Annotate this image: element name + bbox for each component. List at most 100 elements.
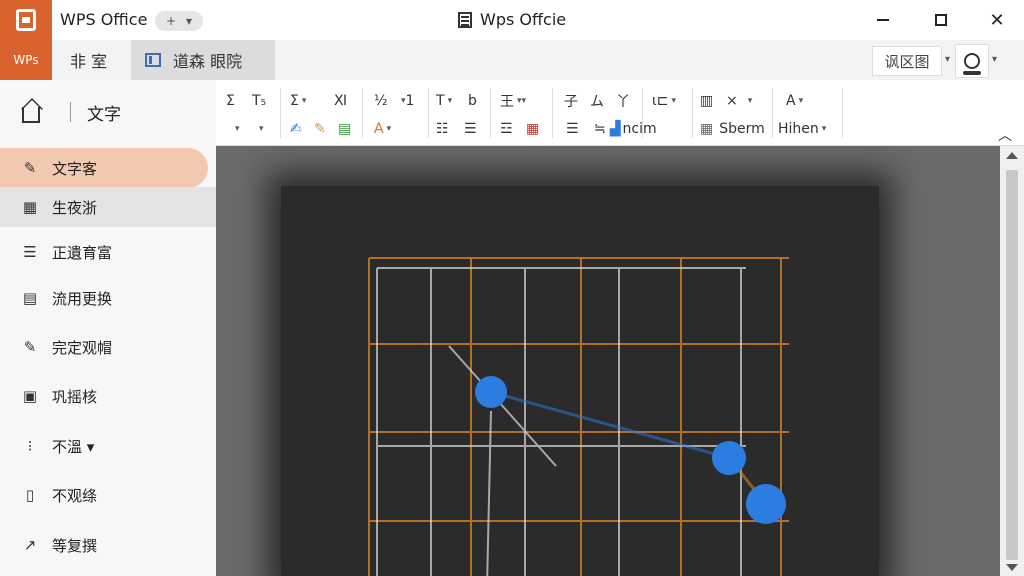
ribbon-btn-4[interactable]: Ⅺ xyxy=(334,90,347,112)
ribbon-btn-3-label: Σ xyxy=(290,93,299,109)
grid-image xyxy=(368,257,789,576)
ribbon-dd-2[interactable]: ▾ xyxy=(256,118,264,140)
minimize-button[interactable] xyxy=(860,6,906,34)
ribbon-btn-6[interactable]: ▾ 1 xyxy=(398,90,414,112)
user-icon xyxy=(963,53,981,75)
ribbon-btn-10[interactable]: 子 xyxy=(564,90,578,112)
ribbon-btn-8[interactable]: b xyxy=(468,90,477,112)
ribbon-btn-9-label: 王 xyxy=(500,94,514,110)
document-canvas[interactable] xyxy=(216,146,1000,576)
ribbon-text-1[interactable]: ≒ ▟ ncim xyxy=(594,118,657,140)
home-icon[interactable] xyxy=(22,107,40,123)
highlight-icon[interactable]: ✍ xyxy=(290,118,302,140)
vertical-scrollbar[interactable] xyxy=(1000,146,1024,576)
sidebar-item-1[interactable]: ✎ 文字客 xyxy=(0,148,208,188)
ribbon-toolbar: Σ Т₅ Σ ▾ Ⅺ ½ ▾ 1 T ▾ b 王 ▾▾ 子 ム 丫 ι⊏ ▾ ▥ × ▾ A… xyxy=(216,80,1024,146)
sidebar-item-2[interactable]: ▦ 生夜浙 xyxy=(0,187,216,227)
tab-home[interactable]: 非 室 xyxy=(56,40,121,80)
indent-icon[interactable]: ☲ xyxy=(500,118,513,140)
scroll-down-icon[interactable] xyxy=(1006,564,1018,571)
minimize-icon xyxy=(877,19,889,21)
list-icon[interactable]: ☰ xyxy=(566,118,579,140)
ribbon-btn-3[interactable]: Σ ▾ xyxy=(290,90,306,112)
close-icon: ✕ xyxy=(989,9,1005,31)
sidebar-item-label: 生夜浙 xyxy=(52,198,98,217)
font-color-icon[interactable]: A ▾ xyxy=(374,118,391,140)
sidebar-item-label: 不观绦 xyxy=(52,486,98,505)
ribbon-text-3[interactable]: Hihen ▾ xyxy=(778,118,826,140)
wps-logo-icon[interactable] xyxy=(0,0,52,40)
book-icon: ▣ xyxy=(22,387,38,405)
divider xyxy=(552,88,553,138)
new-tab-button[interactable]: + ▾ xyxy=(155,11,203,31)
grid-icon: ▦ xyxy=(22,198,38,216)
chevron-down-icon: ▾ xyxy=(235,124,240,134)
ribbon-btn-16-label: A xyxy=(786,93,796,109)
ribbon-btn-11[interactable]: ム xyxy=(590,90,604,112)
ribbon-btn-6-label: 1 xyxy=(405,93,415,109)
user-button[interactable] xyxy=(955,44,989,78)
ribbon-btn-14[interactable]: ▥ xyxy=(700,90,713,112)
ribbon-dd-1[interactable]: ▾ xyxy=(232,118,240,140)
maximize-icon xyxy=(935,14,947,26)
ribbon-btn-7[interactable]: T ▾ xyxy=(436,90,452,112)
ribbon-btn-2[interactable]: Т₅ xyxy=(252,90,266,112)
ribbon-text-1-label: ncim xyxy=(622,121,657,137)
scroll-up-icon[interactable] xyxy=(1006,152,1018,159)
layout-icon xyxy=(145,53,161,67)
ribbon-btn-9[interactable]: 王 ▾▾ xyxy=(500,90,526,112)
ribbon-text-2[interactable]: ▦ Sberm xyxy=(700,118,765,140)
sidebar-item-6[interactable]: ▣ 巩摇核 xyxy=(0,376,216,416)
tab-active[interactable]: 道森 眼院 xyxy=(131,40,275,80)
align-center-icon[interactable]: ☰ xyxy=(464,118,477,140)
list-icon: ☰ xyxy=(23,243,37,261)
divider xyxy=(70,102,71,122)
maximize-button[interactable] xyxy=(918,6,964,34)
sidebar-item-label: 正遺育富 xyxy=(52,243,113,262)
align-left-icon[interactable]: ☷ xyxy=(436,118,449,140)
ribbon-btn-15[interactable]: × ▾ xyxy=(726,90,752,112)
paint-icon[interactable]: ✎ xyxy=(314,118,326,140)
chevron-down-icon[interactable]: ▾ xyxy=(186,14,192,28)
ribbon-btn-13[interactable]: ι⊏ ▾ xyxy=(652,90,676,112)
sidebar-item-8[interactable]: ▯ 不观绦 xyxy=(0,475,216,515)
ribbon-btn-16[interactable]: A ▾ xyxy=(786,90,803,112)
ribbon-btn-1[interactable]: Σ xyxy=(226,90,235,112)
close-button[interactable]: ✕ xyxy=(974,6,1020,34)
ribbon-btn-15-label: × xyxy=(726,93,738,109)
point-b[interactable] xyxy=(712,441,746,475)
grid-icon: ▦ xyxy=(700,121,714,137)
sidebar-item-3[interactable]: ☰ 正遺育富 xyxy=(0,232,216,272)
point-a[interactable] xyxy=(475,376,507,408)
collapse-ribbon-icon[interactable]: ︿ xyxy=(998,125,1012,145)
ribbon-text-2-label: Sberm xyxy=(719,121,765,137)
chevron-down-icon[interactable]: ▾ xyxy=(992,54,997,65)
divider xyxy=(490,88,491,138)
sidebar-item-4[interactable]: ▤ 流用更换 xyxy=(0,278,216,318)
wps-menu-button[interactable]: WPs xyxy=(0,40,52,80)
edit-icon: ✎ xyxy=(23,338,37,356)
scroll-thumb[interactable] xyxy=(1006,170,1018,560)
chevron-down-icon: ▾ xyxy=(386,124,392,134)
sidebar-item-7[interactable]: ⁝ 不溫 ▾ xyxy=(0,426,216,466)
sidebar-item-5[interactable]: ✎ 完定观帽 xyxy=(0,327,216,367)
border-icon[interactable]: ▦ xyxy=(526,118,539,140)
chevron-down-icon: ▾ xyxy=(259,124,264,134)
ribbon-btn-12[interactable]: 丫 xyxy=(616,90,630,112)
sidebar-item-label: 不溫 ▾ xyxy=(52,437,95,456)
tab-active-label: 道森 眼院 xyxy=(173,52,243,71)
menu-bar: WPs 非 室 道森 眼院 讽区图 ▾ ▾ xyxy=(0,40,1024,80)
sidebar-item-label: 流用更换 xyxy=(52,289,113,308)
sidebar-item-label: 完定观帽 xyxy=(52,338,113,357)
point-c[interactable] xyxy=(746,484,786,524)
chevron-down-icon: ▾▾ xyxy=(517,96,527,106)
format-icon[interactable]: ▤ xyxy=(338,118,351,140)
chevron-down-icon[interactable]: ▾ xyxy=(945,54,950,65)
sidebar-item-9[interactable]: ↗ 等复撰 xyxy=(0,525,216,565)
arrow-icon: ↗ xyxy=(23,536,37,554)
page-icon: ▯ xyxy=(25,486,35,504)
search-box[interactable]: 讽区图 xyxy=(872,46,942,76)
plus-icon[interactable]: + xyxy=(166,14,176,28)
chevron-down-icon: ▾ xyxy=(671,96,676,106)
ribbon-btn-5[interactable]: ½ xyxy=(374,90,388,112)
